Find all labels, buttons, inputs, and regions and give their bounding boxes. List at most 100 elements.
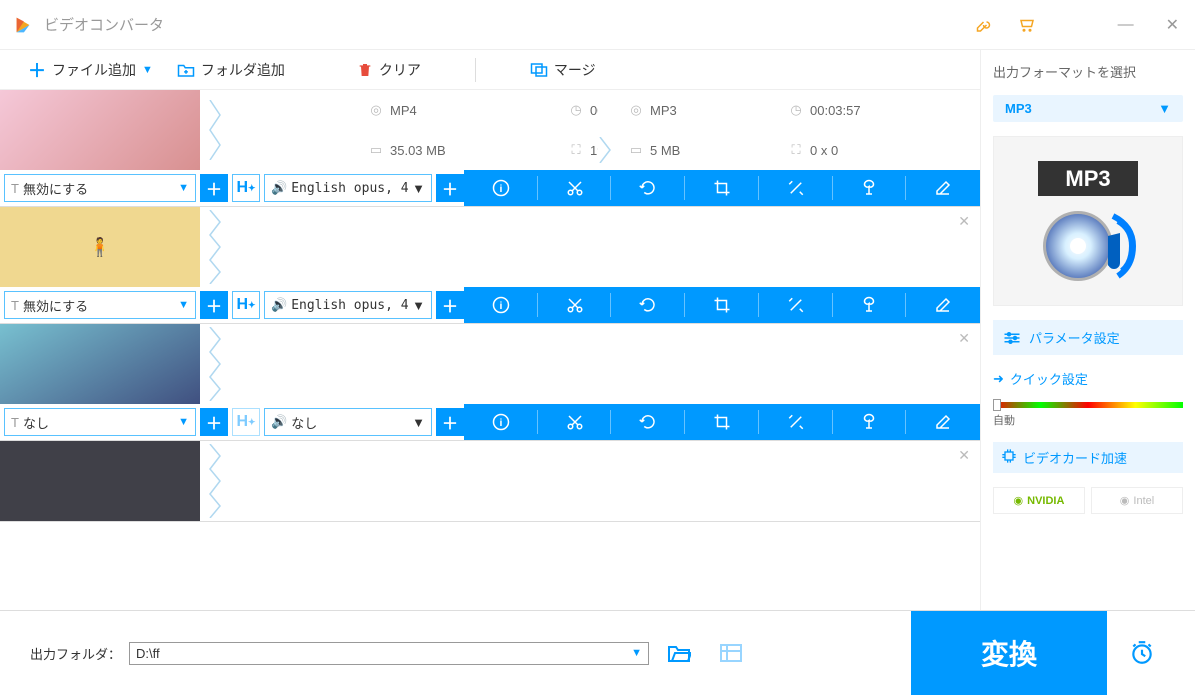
edit-icon[interactable]	[906, 404, 980, 440]
remove-item-button[interactable]: ✕	[958, 447, 970, 464]
svg-text:MP3: MP3	[1065, 166, 1110, 191]
crop-icon[interactable]	[685, 287, 759, 323]
info-icon[interactable]: i	[464, 287, 538, 323]
expand-icon: ⛶	[788, 142, 804, 158]
key-icon[interactable]	[976, 16, 994, 34]
file-list: ◎MP4 ◷00:03:57 ◎MP3 ◷00:03:57 ▭35.03 MB …	[0, 90, 980, 610]
crop-icon[interactable]	[685, 404, 759, 440]
remove-item-button[interactable]: ✕	[958, 213, 970, 230]
cut-icon[interactable]	[538, 287, 612, 323]
add-file-label: ファイル追加	[52, 60, 136, 80]
watermark-icon[interactable]	[833, 287, 907, 323]
subtitle-settings-button[interactable]: H✦	[232, 408, 260, 436]
convert-label: 変換	[981, 633, 1037, 673]
cut-icon[interactable]	[538, 404, 612, 440]
quality-slider[interactable]	[993, 402, 1183, 408]
chevron-down-icon: ▼	[412, 415, 425, 430]
rotate-icon[interactable]	[611, 170, 685, 206]
item-controls: T無効にする▼ ＋ H✦ 🔊English opus, 48k▼ ＋ i	[0, 287, 980, 323]
main-toolbar: ＋ ファイル追加 ▼ フォルダ追加 クリア マージ	[0, 50, 980, 90]
timer-button[interactable]	[1119, 640, 1165, 666]
list-item[interactable]: 元ファイル：DECO_27 - ヴァンパイア f... 出力ファイル：DECO_…	[0, 324, 980, 441]
list-item[interactable]: 元ファイル：Fujii Kaze - Kirari (Off... 出力ファイル…	[0, 441, 980, 522]
info-icon[interactable]: i	[464, 170, 538, 206]
chevron-down-icon: ▼	[178, 416, 189, 428]
list-item[interactable]: ◎MP4 ◷00:03:57 ◎MP3 ◷00:03:57 ▭35.03 MB …	[0, 90, 980, 207]
svg-text:i: i	[499, 417, 502, 429]
out-format: MP3	[650, 103, 677, 118]
audio-value: English opus, 48k	[291, 181, 408, 196]
convert-button[interactable]: 変換	[911, 611, 1107, 695]
cart-icon[interactable]	[1018, 16, 1036, 34]
chevron-down-icon: ▼	[178, 299, 189, 311]
out-duration: 00:03:57	[810, 103, 861, 118]
quality-value: 自動	[993, 412, 1183, 428]
output-folder-input[interactable]: D:\ff ▼	[129, 642, 649, 665]
speaker-icon: 🔊	[271, 180, 287, 196]
list-button[interactable]	[709, 643, 753, 663]
chevron-down-icon: ▼	[178, 182, 189, 194]
intel-icon: ◉	[1120, 494, 1130, 507]
crop-icon[interactable]	[685, 170, 759, 206]
chevron-down-icon: ▼	[631, 647, 642, 659]
subtitle-select[interactable]: T無効にする▼	[4, 174, 196, 202]
add-subtitle-button[interactable]: ＋	[200, 408, 228, 436]
svg-text:i: i	[499, 300, 502, 312]
nvidia-icon: ◉	[1014, 494, 1024, 507]
subtitle-select[interactable]: Tなし▼	[4, 408, 196, 436]
audio-select[interactable]: 🔊English opus, 48k▼	[264, 291, 432, 319]
info-icon[interactable]: i	[464, 404, 538, 440]
merge-button[interactable]: マージ	[522, 56, 604, 84]
watermark-icon[interactable]	[833, 404, 907, 440]
list-item[interactable]: 🧍 元ファイル：【Ado】風のゆくえ（ウタ ... 出力ファイル：【Ado】風の…	[0, 207, 980, 324]
src-duration: 00:03:57	[590, 103, 598, 118]
window-close[interactable]: ✕	[1162, 11, 1183, 39]
src-format: MP4	[390, 103, 417, 118]
thumbnail	[0, 324, 200, 404]
add-audio-button[interactable]: ＋	[436, 408, 464, 436]
item-controls: T無効にする▼ ＋ H✦ 🔊English opus, 48k▼ ＋ i	[0, 170, 980, 206]
window-minimize[interactable]: —	[1114, 12, 1138, 38]
add-audio-button[interactable]: ＋	[436, 291, 464, 319]
effects-icon[interactable]	[759, 404, 833, 440]
audio-select[interactable]: 🔊English opus, 48k▼	[264, 174, 432, 202]
subtitle-settings-button[interactable]: H✦	[232, 174, 260, 202]
edit-icon[interactable]	[906, 287, 980, 323]
slider-knob[interactable]	[993, 399, 1001, 411]
add-folder-button[interactable]: フォルダ追加	[169, 56, 293, 84]
subtitle-settings-button[interactable]: H✦	[232, 291, 260, 319]
item-controls: Tなし▼ ＋ H✦ 🔊なし▼ ＋ i	[0, 404, 980, 440]
arrow-icon: ➜	[993, 371, 1004, 387]
open-folder-button[interactable]	[657, 643, 701, 663]
vendor-intel[interactable]: ◉Intel	[1091, 487, 1183, 514]
audio-select[interactable]: 🔊なし▼	[264, 408, 432, 436]
clear-label: クリア	[379, 60, 421, 80]
rotate-icon[interactable]	[611, 287, 685, 323]
vendor-nvidia[interactable]: ◉NVIDIA	[993, 487, 1085, 514]
rotate-icon[interactable]	[611, 404, 685, 440]
edit-icon[interactable]	[906, 170, 980, 206]
add-subtitle-button[interactable]: ＋	[200, 174, 228, 202]
add-file-button[interactable]: ＋ ファイル追加 ▼	[20, 53, 161, 87]
format-select[interactable]: MP3 ▼	[993, 95, 1183, 122]
remove-item-button[interactable]: ✕	[958, 330, 970, 347]
cut-icon[interactable]	[538, 170, 612, 206]
clock-icon: ◷	[568, 102, 584, 118]
effects-icon[interactable]	[759, 170, 833, 206]
effects-icon[interactable]	[759, 287, 833, 323]
toolbar-divider	[475, 58, 476, 82]
titlebar: ビデオコンバータ — ✕	[0, 0, 1195, 50]
quick-settings-label: クイック設定	[1010, 369, 1088, 388]
speaker-icon: 🔊	[271, 414, 287, 430]
subtitle-select[interactable]: T無効にする▼	[4, 291, 196, 319]
subtitle-value: 無効にする	[23, 179, 174, 198]
thumbnail	[0, 441, 200, 521]
subtitle-value: 無効にする	[23, 296, 174, 315]
parameters-button[interactable]: パラメータ設定	[993, 320, 1183, 355]
clear-button[interactable]: クリア	[349, 56, 429, 84]
add-audio-button[interactable]: ＋	[436, 174, 464, 202]
watermark-icon[interactable]	[833, 170, 907, 206]
folder-plus-icon	[177, 62, 195, 78]
gpu-accel-button[interactable]: ビデオカード加速	[993, 442, 1183, 473]
add-subtitle-button[interactable]: ＋	[200, 291, 228, 319]
